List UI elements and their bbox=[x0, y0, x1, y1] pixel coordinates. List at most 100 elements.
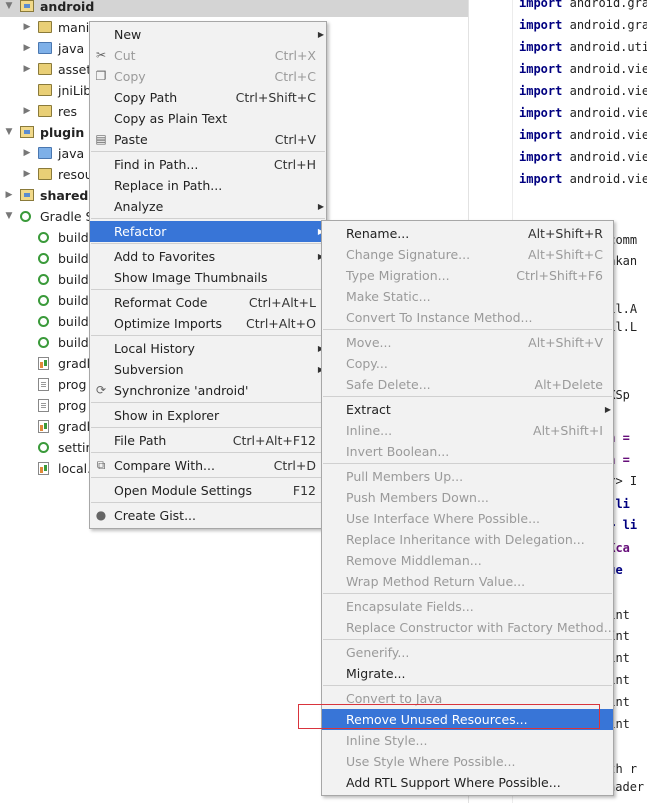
menu-item-label: Local History bbox=[114, 341, 195, 356]
menu-separator bbox=[323, 685, 612, 686]
menu-item-label: Reformat Code bbox=[114, 295, 208, 310]
menu-item-add-rtl-support-where-possible[interactable]: Add RTL Support Where Possible... bbox=[322, 772, 613, 793]
menu-item-inline: Inline... Alt+Shift+I bbox=[322, 420, 613, 441]
menu-item-create-gist[interactable]: ● Create Gist... bbox=[90, 505, 326, 526]
menu-item-push-members-down: Push Members Down... bbox=[322, 487, 613, 508]
menu-item-label: Refactor bbox=[114, 224, 167, 239]
collapse-right-arrow-icon[interactable]: ▶ bbox=[22, 38, 32, 59]
package-name: android.gra bbox=[569, 18, 647, 32]
expand-down-arrow-icon[interactable]: ▼ bbox=[4, 122, 14, 143]
collapse-right-arrow-icon[interactable]: ▶ bbox=[22, 101, 32, 122]
menu-item-label: Analyze bbox=[114, 199, 164, 214]
menu-item-open-module-settings[interactable]: Open Module Settings F12 bbox=[90, 480, 326, 501]
package-name: android.uti bbox=[569, 40, 647, 54]
menu-item-rename[interactable]: Rename... Alt+Shift+R bbox=[322, 223, 613, 244]
collapse-right-arrow-icon[interactable]: ▶ bbox=[22, 17, 32, 38]
menu-item-replace-in-path[interactable]: Replace in Path... bbox=[90, 175, 326, 196]
gradle-icon bbox=[38, 274, 49, 285]
collapse-right-arrow-icon[interactable]: ▶ bbox=[22, 164, 32, 185]
menu-item-label: Optimize Imports bbox=[114, 316, 223, 331]
tree-item-android[interactable]: ▼ android bbox=[0, 0, 468, 17]
menu-item-analyze[interactable]: Analyze ▶ bbox=[90, 196, 326, 217]
menu-item-show-in-explorer[interactable]: Show in Explorer bbox=[90, 405, 326, 426]
collapse-right-arrow-icon[interactable]: ▶ bbox=[4, 185, 14, 206]
module-folder-icon bbox=[20, 126, 34, 138]
code-line: import android.gra bbox=[519, 0, 647, 10]
tree-item-label: gradl bbox=[58, 356, 91, 371]
gradle-icon bbox=[20, 211, 31, 222]
menu-item-invert-boolean: Invert Boolean... bbox=[322, 441, 613, 462]
collapse-right-arrow-icon[interactable]: ▶ bbox=[22, 59, 32, 80]
menu-item-label: Replace Inheritance with Delegation... bbox=[346, 532, 585, 547]
text-file-icon bbox=[38, 378, 49, 391]
menu-item-use-style-where-possible: Use Style Where Possible... bbox=[322, 751, 613, 772]
menu-item-reformat-code[interactable]: Reformat Code Ctrl+Alt+L bbox=[90, 292, 326, 313]
tree-item-label: java bbox=[58, 41, 85, 56]
submenu-arrow-icon: ▶ bbox=[317, 202, 324, 211]
menu-item-paste[interactable]: ▤ Paste Ctrl+V bbox=[90, 129, 326, 150]
menu-item-copy-as-plain-text[interactable]: Copy as Plain Text bbox=[90, 108, 326, 129]
menu-separator bbox=[91, 477, 325, 478]
menu-separator bbox=[323, 593, 612, 594]
tree-item-label: prog bbox=[58, 398, 87, 413]
menu-item-shortcut: Ctrl+Shift+F6 bbox=[516, 268, 603, 283]
menu-item-copy-path[interactable]: Copy Path Ctrl+Shift+C bbox=[90, 87, 326, 108]
menu-separator bbox=[323, 396, 612, 397]
tree-item-label: Gradle S bbox=[40, 209, 94, 224]
menu-item-label: Make Static... bbox=[346, 289, 431, 304]
menu-item-show-image-thumbnails[interactable]: Show Image Thumbnails bbox=[90, 267, 326, 288]
menu-item-shortcut: Ctrl+Shift+C bbox=[235, 90, 316, 105]
menu-item-label: Type Migration... bbox=[346, 268, 450, 283]
menu-item-local-history[interactable]: Local History▶ bbox=[90, 338, 326, 359]
keyword: import bbox=[519, 172, 563, 186]
menu-item-label: Change Signature... bbox=[346, 247, 471, 262]
folder-icon bbox=[38, 84, 52, 96]
menu-item-label: Use Interface Where Possible... bbox=[346, 511, 541, 526]
menu-item-convert-to-instance-method: Convert To Instance Method... bbox=[322, 307, 613, 328]
menu-item-extract[interactable]: Extract ▶ bbox=[322, 399, 613, 420]
menu-separator bbox=[91, 335, 325, 336]
menu-item-compare-with[interactable]: ⧉ Compare With... Ctrl+D bbox=[90, 455, 326, 476]
menu-item-subversion[interactable]: Subversion▶ bbox=[90, 359, 326, 380]
menu-item-new[interactable]: New ▶ bbox=[90, 24, 326, 45]
source-folder-icon bbox=[38, 147, 52, 159]
submenu-arrow-icon: ▶ bbox=[317, 30, 324, 39]
menu-item-label: Replace in Path... bbox=[114, 178, 223, 193]
keyword: import bbox=[519, 40, 563, 54]
menu-item-shortcut: Ctrl+H bbox=[273, 157, 316, 172]
menu-item-change-signature: Change Signature... Alt+Shift+C bbox=[322, 244, 613, 265]
keyword: import bbox=[519, 150, 563, 164]
menu-item-label: Migrate... bbox=[346, 666, 406, 681]
menu-item-shortcut: Alt+Delete bbox=[534, 377, 603, 392]
menu-item-label: Extract bbox=[346, 402, 391, 417]
menu-item-label: Synchronize 'android' bbox=[114, 383, 249, 398]
menu-item-migrate[interactable]: Migrate... bbox=[322, 663, 613, 684]
keyword: import bbox=[519, 0, 563, 10]
menu-item-file-path[interactable]: File Path Ctrl+Alt+F12 bbox=[90, 430, 326, 451]
tree-item-label: build bbox=[58, 335, 89, 350]
menu-item-label: Remove Middleman... bbox=[346, 553, 482, 568]
tree-item-label: build bbox=[58, 251, 89, 266]
expand-down-arrow-icon[interactable]: ▼ bbox=[4, 0, 14, 17]
menu-item-label: Compare With... bbox=[114, 458, 215, 473]
keyword: import bbox=[519, 18, 563, 32]
menu-item-safe-delete: Safe Delete... Alt+Delete bbox=[322, 374, 613, 395]
package-name: android.vie bbox=[569, 150, 647, 164]
menu-item-shortcut: Ctrl+D bbox=[273, 458, 316, 473]
collapse-right-arrow-icon[interactable]: ▶ bbox=[22, 143, 32, 164]
menu-item-optimize-imports[interactable]: Optimize Imports Ctrl+Alt+O bbox=[90, 313, 326, 334]
menu-item-pull-members-up: Pull Members Up... bbox=[322, 466, 613, 487]
menu-item-find-in-path[interactable]: Find in Path... Ctrl+H bbox=[90, 154, 326, 175]
keyword: import bbox=[519, 84, 563, 98]
code-line: import android.vie bbox=[519, 128, 647, 142]
compare-icon: ⧉ bbox=[96, 458, 106, 472]
menu-item-label: Create Gist... bbox=[114, 508, 197, 523]
menu-item-synchronize-android[interactable]: ⟳ Synchronize 'android' bbox=[90, 380, 326, 401]
package-name: android.gra bbox=[569, 0, 647, 10]
package-name: android.vie bbox=[569, 62, 647, 76]
menu-item-cut: ✂ Cut Ctrl+X bbox=[90, 45, 326, 66]
menu-item-add-to-favorites[interactable]: Add to Favorites▶ bbox=[90, 246, 326, 267]
menu-item-label: Inline... bbox=[346, 423, 393, 438]
expand-down-arrow-icon[interactable]: ▼ bbox=[4, 206, 14, 227]
menu-item-refactor[interactable]: Refactor▶ bbox=[90, 221, 326, 242]
